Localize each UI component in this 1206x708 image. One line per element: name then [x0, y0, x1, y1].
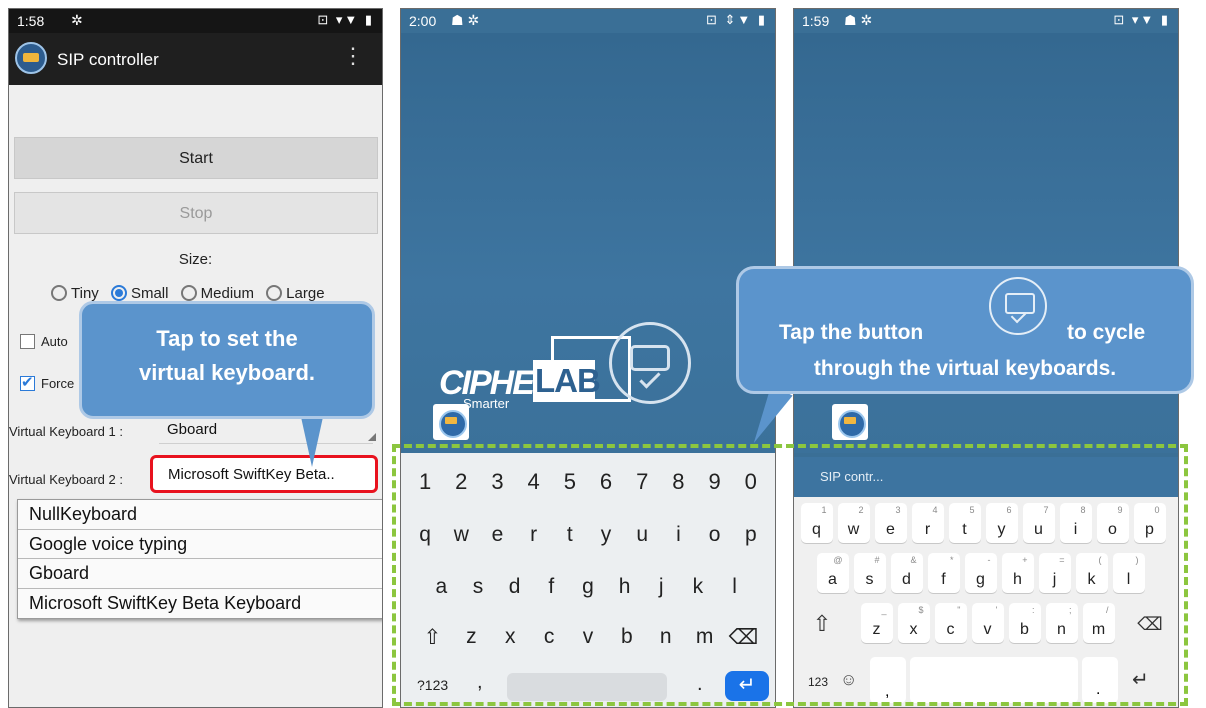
size-label: Size:	[178, 251, 213, 268]
status-time: 1:58	[17, 13, 45, 29]
app-bar: SIP controller ⋮	[9, 33, 382, 85]
dropdown-option[interactable]: Gboard	[18, 559, 382, 589]
dropdown-option[interactable]: Microsoft SwiftKey Beta Keyboard	[18, 589, 382, 619]
status-time: 2:00	[409, 13, 437, 29]
status-bar: 1:59 ☗ ✲ ⊡ ▾▼ ▮	[794, 9, 1178, 33]
callout-line-1b: to cycle	[1067, 321, 1146, 344]
dropdown-option[interactable]: Google voice typing	[18, 530, 382, 559]
radio-large-label: Large	[286, 285, 325, 302]
status-time: 1:59	[802, 13, 830, 29]
virtual-keyboard-2-select[interactable]: Microsoft SwiftKey Beta..	[150, 455, 378, 493]
radio-tiny[interactable]	[51, 285, 67, 301]
status-bar: 1:58 ✲ ⊡ ▾▼ ▮	[9, 9, 382, 33]
start-button[interactable]: Start	[14, 137, 378, 179]
sip-controller-screen: 1:58 ✲ ⊡ ▾▼ ▮ SIP controller ⋮ Start Sto…	[8, 8, 383, 708]
force-checkbox-row[interactable]: Force	[20, 373, 75, 391]
keyboard-highlight-dashed-box	[392, 444, 1188, 706]
status-bar: 2:00 ☗ ✲ ⊡ ⇕▼ ▮	[401, 9, 775, 33]
radio-tiny-label: Tiny	[71, 285, 99, 302]
floating-keyboard-switch-button[interactable]	[832, 404, 868, 440]
vk1-dropdown-indicator	[368, 433, 376, 441]
callout-tail	[301, 417, 323, 467]
callout-line-2: through the virtual keyboards.	[813, 357, 1117, 380]
callout-line-1a: Tap the button	[779, 321, 924, 344]
radio-small-label: Small	[130, 285, 169, 302]
stop-button[interactable]: Stop	[14, 192, 378, 234]
force-checkbox[interactable]	[20, 373, 35, 391]
force-label: Force	[41, 376, 75, 391]
virtual-keyboard-1-label: Virtual Keyboard 1 :	[9, 424, 123, 439]
keyboard-glyph	[630, 345, 670, 371]
auto-checkbox-row[interactable]: Auto	[20, 334, 68, 349]
virtual-keyboard-2-label: Virtual Keyboard 2 :	[9, 472, 123, 487]
overflow-menu-icon[interactable]: ⋮	[342, 45, 364, 67]
logo-lab: LAB	[533, 360, 601, 402]
size-radio-group: Tiny Small Medium Large	[51, 285, 333, 302]
keyboard-dropdown-list: NullKeyboard Google voice typing Gboard …	[17, 499, 382, 619]
radio-medium[interactable]	[180, 285, 197, 301]
notification-icons: ☗ ✲	[451, 12, 480, 28]
radio-medium-label: Medium	[200, 285, 254, 302]
auto-checkbox[interactable]	[20, 334, 35, 349]
floating-keyboard-switch-button[interactable]	[433, 404, 469, 440]
app-title: SIP controller	[57, 50, 159, 69]
virtual-keyboard-1-value[interactable]: Gboard	[167, 421, 217, 438]
radio-small[interactable]	[110, 285, 127, 301]
keyboard-switch-icon	[989, 277, 1047, 335]
app-keyboard-icon	[15, 42, 47, 74]
vk1-underline	[159, 443, 373, 444]
sip-keyboard-icon[interactable]	[609, 322, 691, 404]
auto-label: Auto	[41, 334, 68, 349]
status-icons: ⊡ ▾▼ ▮	[1113, 12, 1170, 27]
radio-large[interactable]	[266, 285, 283, 301]
callout-line-2: virtual keyboard.	[138, 360, 316, 385]
settings-status-icon: ✲	[71, 12, 83, 28]
notification-icons: ☗ ✲	[844, 12, 873, 28]
status-icons: ⊡ ⇕▼ ▮	[705, 12, 767, 27]
cycle-keyboards-callout: Tap the button to cycle through the virt…	[736, 266, 1194, 394]
callout-line-1: Tap to set the	[156, 326, 298, 351]
virtual-keyboard-2-value: Microsoft SwiftKey Beta..	[168, 466, 335, 483]
status-icons: ⊡ ▾▼ ▮	[317, 12, 374, 27]
dropdown-option[interactable]: NullKeyboard	[18, 500, 382, 530]
logo-tagline: Smarter	[463, 396, 510, 411]
set-keyboard-callout: Tap to set the virtual keyboard.	[79, 301, 375, 419]
